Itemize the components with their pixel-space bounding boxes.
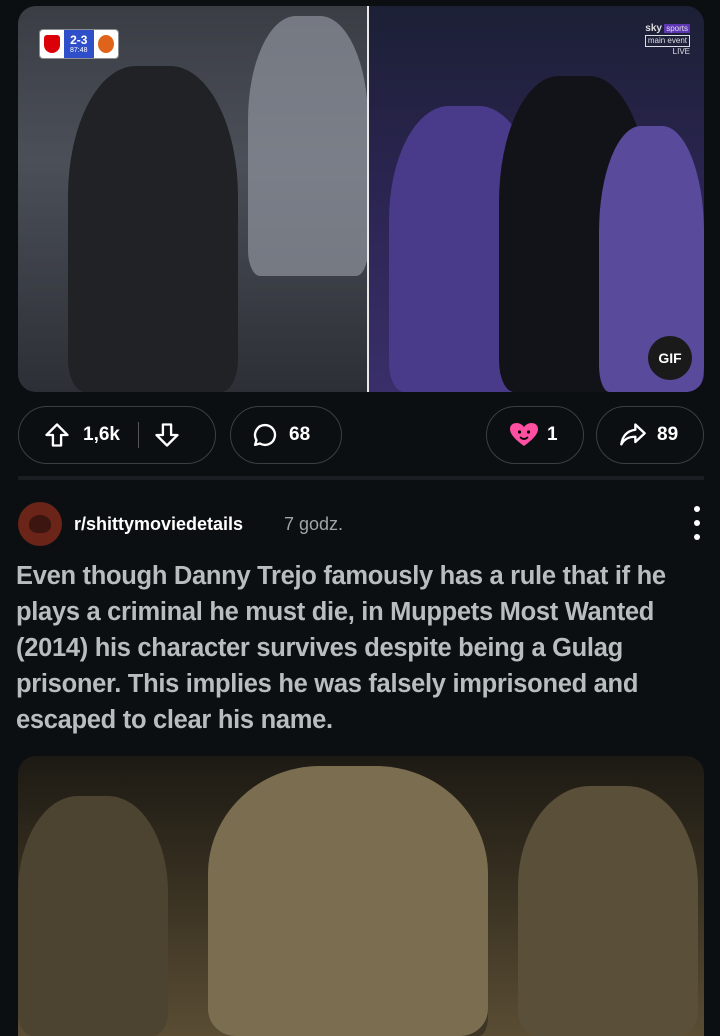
gif-left-panel	[18, 6, 368, 392]
post-title[interactable]: Even though Danny Trejo famously has a r…	[16, 558, 700, 738]
arrow-down-icon[interactable]	[153, 421, 181, 449]
broadcaster-brand: sky	[645, 23, 662, 34]
share-arrow-icon	[620, 423, 646, 446]
speech-bubble-icon	[253, 423, 277, 447]
comments-button[interactable]: 68	[230, 406, 342, 464]
vote-control: 1,6k	[18, 406, 216, 464]
subreddit-avatar[interactable]	[18, 502, 62, 546]
broadcaster-event: main event	[644, 35, 690, 47]
vertical-dots-icon[interactable]	[690, 506, 704, 540]
scoreboard-overlay: 2-3 87:48	[40, 30, 118, 58]
gif-label: GIF	[658, 350, 682, 366]
live-indicator: LIVE	[672, 47, 690, 56]
gif-right-panel	[369, 6, 704, 392]
award-count: 1	[547, 424, 558, 445]
shouting-prisoner	[208, 766, 488, 1036]
broadcaster-channel: sports	[664, 24, 690, 33]
man-in-coat	[68, 66, 238, 392]
subreddit-name[interactable]: r/shittymoviedetails	[74, 514, 243, 535]
gif-badge[interactable]: GIF	[648, 336, 692, 380]
match-score: 2-3	[70, 32, 88, 47]
post-action-bar: 1,6k 68 1 89	[18, 406, 704, 464]
post-separator	[18, 476, 704, 480]
comment-count: 68	[289, 424, 311, 445]
upvote-count: 1,6k	[83, 424, 120, 445]
post-header: r/shittymoviedetails 7 godz.	[18, 500, 704, 548]
arrow-up-icon[interactable]	[43, 421, 71, 449]
poop-icon	[29, 515, 51, 533]
background-person	[248, 16, 368, 276]
broadcaster-logo: sky sports main event LIVE	[644, 23, 690, 57]
prisoner-right	[518, 786, 698, 1036]
award-button[interactable]: 1	[486, 406, 584, 464]
share-count: 89	[657, 424, 679, 445]
match-clock: 87:48	[70, 46, 88, 54]
vote-separator	[137, 422, 139, 448]
away-crest-icon	[93, 30, 118, 58]
post-image[interactable]	[18, 756, 704, 1036]
share-button[interactable]: 89	[596, 406, 704, 464]
post-timestamp: 7 godz.	[284, 514, 344, 534]
prisoner-left	[18, 796, 168, 1036]
post-gif-media[interactable]: 2-3 87:48 sky sports main event LIVE GIF	[18, 6, 704, 392]
home-crest-icon	[40, 30, 64, 58]
heart-award-icon	[510, 423, 538, 446]
